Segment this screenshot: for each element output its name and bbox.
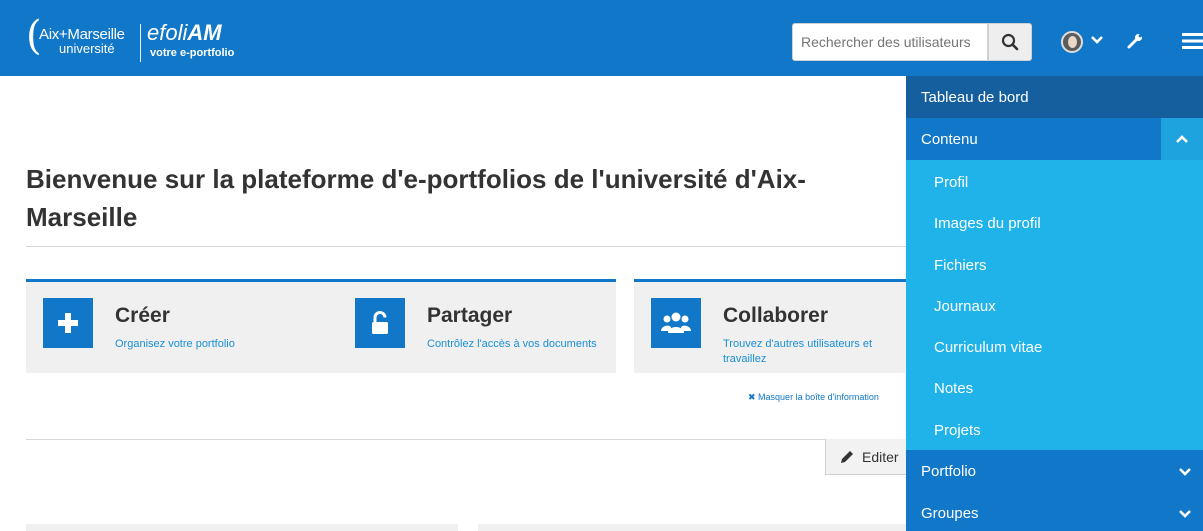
submenu-item-projects[interactable]: Projets xyxy=(934,422,981,439)
site-header: ( Aix+Marseille université efoliAM votre… xyxy=(0,0,1203,76)
submenu-item-journals[interactable]: Journaux xyxy=(934,298,996,315)
share-card[interactable]: Partager Contrôlez l'accès à vos documen… xyxy=(338,279,616,373)
section-divider xyxy=(26,439,906,440)
chevron-down-icon xyxy=(1179,468,1191,476)
card-description: Trouvez d'autres utilisateurs et travail… xyxy=(723,338,873,365)
user-avatar[interactable] xyxy=(1061,31,1083,53)
main-nav-menu: Tableau de bord Contenu Profil Images du… xyxy=(906,76,1203,531)
logo-tagline: votre e-portfolio xyxy=(150,47,235,59)
menu-item-groups[interactable]: Groupes xyxy=(906,492,1203,531)
menu-item-label: Portfolio xyxy=(921,462,977,480)
dashboard-block-left xyxy=(26,524,458,531)
menu-item-label: Contenu xyxy=(921,130,978,148)
submenu-item-notes[interactable]: Notes xyxy=(934,380,973,397)
close-icon: ✖ xyxy=(748,392,759,402)
menu-item-dashboard[interactable]: Tableau de bord xyxy=(906,76,1203,118)
unlock-icon xyxy=(372,311,388,334)
edit-label: Editer xyxy=(862,448,899,465)
submenu-item-profile[interactable]: Profil xyxy=(934,174,968,191)
menu-item-portfolio[interactable]: Portfolio xyxy=(906,450,1203,492)
efoliam-logo[interactable]: efoliAM xyxy=(147,22,222,44)
card-title: Collaborer xyxy=(723,304,829,327)
submenu-item-files[interactable]: Fichiers xyxy=(934,257,987,274)
title-divider xyxy=(26,246,906,247)
users-icon xyxy=(661,312,691,333)
dashboard-block-right xyxy=(478,524,908,531)
create-card[interactable]: Créer Organisez votre portfolio xyxy=(26,279,347,373)
search-icon xyxy=(1001,33,1019,51)
pencil-icon xyxy=(841,450,853,463)
page-title: Bienvenue sur la plateforme d'e-portfoli… xyxy=(26,164,806,232)
brand-bold: AM xyxy=(187,20,222,45)
search-button[interactable] xyxy=(988,23,1032,61)
collaborate-card[interactable]: Collaborer Trouvez d'autres utilisateurs… xyxy=(634,279,914,373)
card-description: Organisez votre portfolio xyxy=(115,338,235,350)
logo-separator xyxy=(140,24,141,62)
chevron-up-icon xyxy=(1176,135,1188,143)
avatar-face xyxy=(1068,36,1077,48)
submenu-item-profile-images[interactable]: Images du profil xyxy=(934,215,1041,232)
logo-line2: université xyxy=(59,41,115,56)
share-icon-box xyxy=(355,298,405,348)
card-description: Contrôlez l'accès à vos documents xyxy=(427,338,597,350)
user-search-input[interactable] xyxy=(792,23,988,61)
collapse-toggle[interactable] xyxy=(1161,118,1203,160)
wrench-icon[interactable] xyxy=(1126,32,1144,50)
plus-icon xyxy=(58,313,78,333)
chevron-down-icon[interactable] xyxy=(1090,33,1104,47)
hide-info-link[interactable]: ✖ Masquer la boîte d'information xyxy=(748,392,879,403)
menu-item-label: Groupes xyxy=(921,504,979,522)
card-title: Partager xyxy=(427,304,513,327)
edit-button[interactable]: Editer xyxy=(825,439,915,475)
chevron-down-icon xyxy=(1179,510,1191,518)
menu-icon[interactable] xyxy=(1182,32,1203,50)
card-title: Créer xyxy=(115,304,170,327)
menu-item-label: Tableau de bord xyxy=(921,88,1029,106)
collaborate-icon-box xyxy=(651,298,701,348)
brand-light: efoli xyxy=(147,20,188,45)
submenu-item-cv[interactable]: Curriculum vitae xyxy=(934,339,1042,356)
create-icon-box xyxy=(43,298,93,348)
menu-item-content[interactable]: Contenu xyxy=(906,118,1203,160)
content-submenu: Profil Images du profil Fichiers Journau… xyxy=(906,160,1203,450)
hide-info-label: Masquer la boîte d'information xyxy=(758,392,879,402)
